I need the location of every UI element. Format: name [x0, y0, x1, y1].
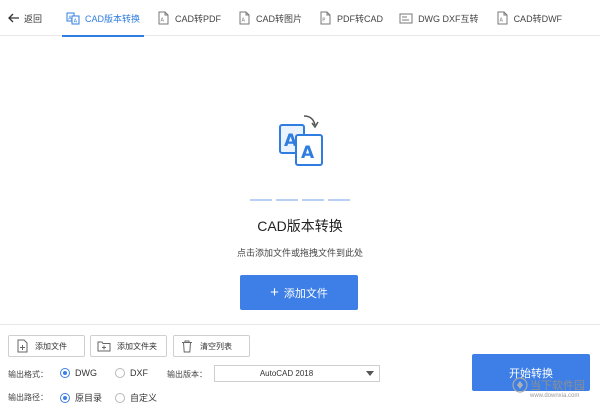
tab-label: CAD转DWF [513, 13, 563, 24]
tab-label: CAD版本转换 [85, 13, 141, 24]
trash-icon [182, 340, 192, 353]
tab-label: CAD转PDF [175, 13, 222, 24]
format-option-label: DWG [75, 368, 97, 378]
svg-text:A: A [68, 16, 72, 22]
svg-text:A: A [161, 18, 165, 24]
add-file-icon [17, 339, 28, 353]
svg-text:A: A [284, 131, 298, 151]
format-radio-dxf[interactable]: DXF [115, 368, 148, 378]
tab-label: DWG DXF互转 [418, 13, 479, 24]
watermark-name: 当下软件园 [530, 380, 585, 392]
function-tabs: A A CAD版本转换 A CAD转PDF A CAD转图片 P PDF转CAD… [58, 0, 571, 37]
drop-zone[interactable]: A A CAD版本转换 点击添加文件或拖拽文件到此处 + 添加文件 [0, 36, 600, 324]
add-folder-label: 添加文件夹 [117, 341, 157, 351]
toolbar-add-file-button[interactable]: 添加文件 [8, 335, 85, 357]
format-radio-dwg[interactable]: DWG [60, 368, 97, 378]
image-file-icon: A [239, 11, 250, 25]
back-button[interactable]: 返回 [8, 10, 42, 26]
pdf-to-cad-icon: P [320, 11, 331, 25]
dwf-file-icon: A [497, 11, 508, 25]
clear-list-button[interactable]: 清空列表 [173, 335, 250, 357]
back-label: 返回 [24, 13, 43, 24]
bottom-panel: 添加文件 添加文件夹 清空列表 输出格式： DWG DXF 输出版本： Auto… [0, 324, 600, 412]
clear-list-label: 清空列表 [200, 341, 232, 351]
back-arrow-icon [8, 13, 19, 23]
page-title: CAD版本转换 [257, 218, 343, 234]
tab-cad-to-pdf[interactable]: A CAD转PDF [148, 0, 229, 36]
svg-text:A: A [74, 19, 78, 25]
tab-cad-version[interactable]: A A CAD版本转换 [58, 0, 148, 37]
drop-hint: 点击添加文件或拖拽文件到此处 [236, 248, 363, 258]
watermark-logo-icon [512, 377, 528, 393]
path-radio-original[interactable]: 原目录 [60, 391, 102, 404]
tab-pdf-to-cad[interactable]: P PDF转CAD [310, 0, 391, 36]
chevron-down-icon [366, 371, 374, 376]
format-option-label: DXF [130, 368, 148, 378]
path-option-label: 原目录 [75, 393, 103, 403]
letter-a-convert-icon: A A [279, 115, 323, 166]
radio-dot [115, 368, 125, 378]
pdf-file-icon: A [158, 11, 169, 25]
svg-text:P: P [322, 18, 325, 24]
dwg-dxf-icon [399, 13, 413, 24]
tab-label: PDF转CAD [337, 13, 384, 24]
svg-text:A: A [301, 143, 315, 163]
version-value: AutoCAD 2018 [259, 369, 314, 378]
tab-label: CAD转图片 [256, 13, 303, 24]
add-file-button[interactable]: + 添加文件 [240, 275, 358, 310]
add-file-label: 添加文件 [283, 287, 328, 300]
path-radio-custom[interactable]: 自定义 [115, 391, 157, 404]
version-label: 输出版本： [167, 370, 207, 379]
cad-version-icon: A A [66, 12, 80, 25]
tab-cad-to-image[interactable]: A CAD转图片 [229, 0, 310, 36]
tab-cad-to-dwf[interactable]: A CAD转DWF [487, 0, 571, 36]
svg-text:A: A [242, 18, 246, 24]
hero-underline [250, 199, 350, 201]
svg-text:A: A [499, 18, 503, 24]
radio-dot [60, 392, 70, 403]
watermark: 当下软件园 www.downxia.com [512, 375, 598, 411]
version-select[interactable]: AutoCAD 2018 [214, 365, 380, 382]
plus-icon: + [270, 283, 279, 301]
top-nav-bar: 返回 A A CAD版本转换 A CAD转PDF A CAD转图片 P PDF转… [0, 0, 600, 37]
path-option-label: 自定义 [130, 393, 158, 403]
format-label: 输出格式： [8, 370, 48, 379]
add-file-label: 添加文件 [35, 341, 67, 351]
radio-dot [60, 368, 70, 378]
tab-dwg-dxf[interactable]: DWG DXF互转 [391, 0, 487, 36]
path-label: 输出路径： [8, 393, 48, 402]
add-folder-button[interactable]: 添加文件夹 [90, 335, 167, 357]
folder-icon [97, 341, 111, 352]
watermark-url: www.downxia.com [530, 393, 580, 399]
radio-dot [115, 392, 125, 403]
